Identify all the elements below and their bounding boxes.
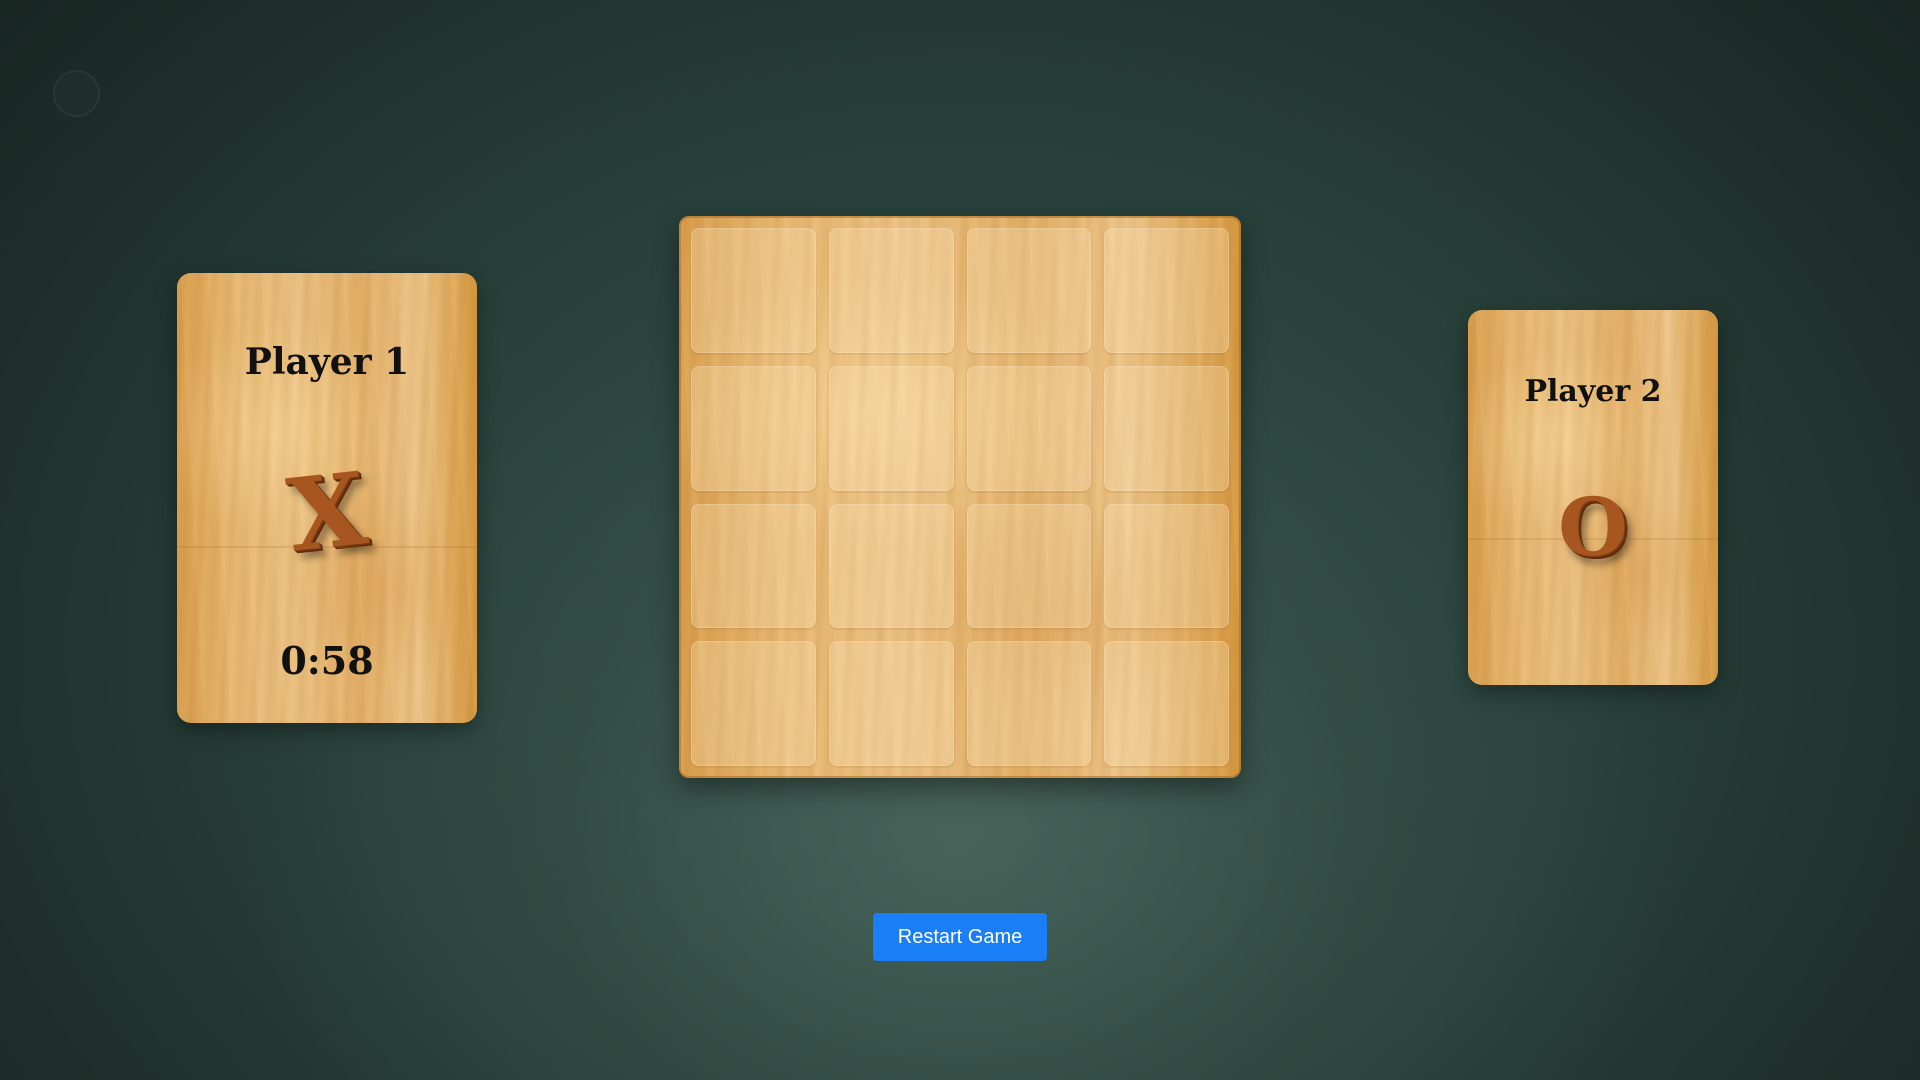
player-2-symbol-icon: O xyxy=(1558,480,1628,574)
player-2-card: Player 2 O xyxy=(1468,310,1718,685)
board-cell[interactable] xyxy=(966,503,1092,629)
player-1-card: Player 1 X 0:58 xyxy=(177,273,477,723)
player-1-symbol-icon: X xyxy=(282,449,372,575)
board-cell[interactable] xyxy=(828,365,954,491)
board-cell[interactable] xyxy=(691,365,816,491)
board-cell[interactable] xyxy=(691,503,816,629)
player-1-name: Player 1 xyxy=(244,341,410,383)
board-cell[interactable] xyxy=(966,641,1092,766)
game-board xyxy=(679,216,1241,778)
settings-icon[interactable] xyxy=(53,70,100,117)
restart-game-button[interactable]: Restart Game xyxy=(873,913,1047,961)
board-cell[interactable] xyxy=(691,641,816,766)
player-1-timer: 0:58 xyxy=(280,638,374,683)
board-cell[interactable] xyxy=(966,228,1092,353)
board-cell[interactable] xyxy=(1104,365,1229,491)
board-cell[interactable] xyxy=(1104,228,1229,353)
board-grid xyxy=(691,228,1229,766)
board-cell[interactable] xyxy=(1104,641,1229,766)
board-cell[interactable] xyxy=(828,503,954,629)
player-2-name: Player 2 xyxy=(1524,374,1662,409)
board-cell[interactable] xyxy=(828,228,954,353)
board-cell[interactable] xyxy=(1104,503,1229,629)
board-cell[interactable] xyxy=(691,228,816,353)
board-cell[interactable] xyxy=(966,365,1092,491)
board-cell[interactable] xyxy=(828,641,954,766)
